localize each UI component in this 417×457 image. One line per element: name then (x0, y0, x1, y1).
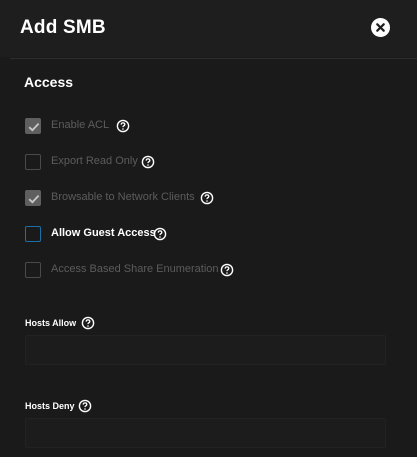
help-icon[interactable] (78, 399, 92, 413)
help-icon[interactable] (116, 119, 130, 133)
dialog-header: Add SMB (0, 0, 417, 57)
help-icon[interactable] (81, 316, 95, 330)
section-title-access: Access (24, 74, 74, 90)
close-button[interactable] (371, 18, 390, 37)
hosts-deny-label: Hosts Deny (25, 401, 75, 411)
allow-guest-access-checkbox[interactable] (25, 226, 41, 242)
enable-acl-checkbox[interactable] (25, 118, 41, 134)
access-based-share-enumeration-checkbox[interactable] (25, 262, 41, 278)
hosts-deny-input[interactable] (25, 418, 386, 448)
help-icon[interactable] (153, 227, 167, 241)
help-icon[interactable] (200, 191, 214, 205)
dialog-title: Add SMB (20, 17, 106, 38)
access-based-share-enumeration-label: Access Based Share Enumeration (51, 263, 219, 275)
help-icon[interactable] (220, 263, 234, 277)
checkmark-icon (28, 122, 40, 132)
enable-acl-label: Enable ACL (51, 119, 110, 131)
hosts-allow-label: Hosts Allow (25, 318, 77, 328)
help-icon[interactable] (141, 155, 155, 169)
checkmark-icon (28, 194, 40, 204)
browsable-checkbox[interactable] (25, 190, 41, 206)
export-read-only-label: Export Read Only (51, 155, 138, 167)
close-icon (376, 23, 385, 32)
allow-guest-access-label: Allow Guest Access (51, 227, 156, 239)
hosts-allow-input[interactable] (25, 335, 386, 365)
export-read-only-checkbox[interactable] (25, 154, 41, 170)
browsable-label: Browsable to Network Clients (51, 191, 195, 203)
